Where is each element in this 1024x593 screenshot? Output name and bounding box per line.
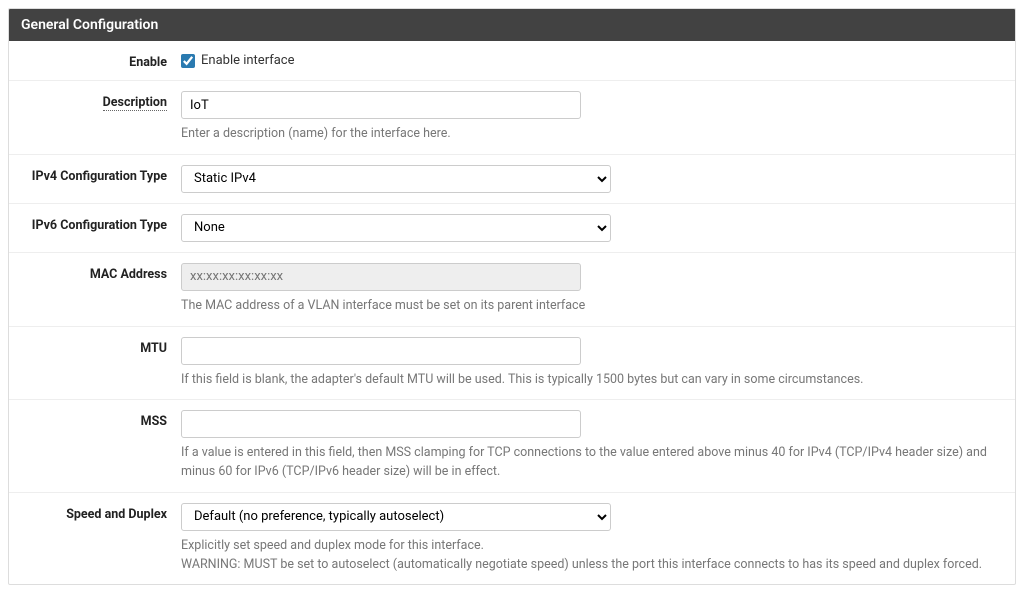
label-description: Description	[9, 91, 181, 144]
ipv6type-select[interactable]: None	[181, 214, 611, 242]
label-mtu: MTU	[9, 337, 181, 390]
mtu-input[interactable]	[181, 337, 581, 365]
label-mac: MAC Address	[9, 263, 181, 316]
label-enable: Enable	[9, 51, 181, 70]
speed-help1: Explicitly set speed and duplex mode for…	[181, 537, 1001, 556]
label-ipv6type: IPv6 Configuration Type	[9, 214, 181, 242]
ipv4type-select[interactable]: Static IPv4	[181, 165, 611, 193]
row-mss: MSS If a value is entered in this field,…	[9, 400, 1015, 493]
label-speed: Speed and Duplex	[9, 503, 181, 575]
mtu-help: If this field is blank, the adapter's de…	[181, 371, 1001, 390]
panel-title: General Configuration	[9, 9, 1015, 41]
mac-help: The MAC address of a VLAN interface must…	[181, 297, 1001, 316]
enable-checkbox-label: Enable interface	[201, 53, 295, 68]
mac-input	[181, 263, 581, 291]
row-speed: Speed and Duplex Default (no preference,…	[9, 493, 1015, 585]
general-config-panel: General Configuration Enable Enable inte…	[8, 8, 1016, 585]
enable-checkbox-wrap[interactable]: Enable interface	[181, 51, 1003, 68]
row-ipv6type: IPv6 Configuration Type None	[9, 204, 1015, 253]
speed-select[interactable]: Default (no preference, typically autose…	[181, 503, 611, 531]
row-mac: MAC Address The MAC address of a VLAN in…	[9, 253, 1015, 327]
enable-checkbox[interactable]	[181, 54, 195, 68]
description-help: Enter a description (name) for the inter…	[181, 125, 1001, 144]
label-ipv4type: IPv4 Configuration Type	[9, 165, 181, 193]
description-input[interactable]	[181, 91, 581, 119]
row-mtu: MTU If this field is blank, the adapter'…	[9, 327, 1015, 401]
row-ipv4type: IPv4 Configuration Type Static IPv4	[9, 155, 1015, 204]
row-enable: Enable Enable interface	[9, 41, 1015, 81]
mss-help: If a value is entered in this field, the…	[181, 444, 1001, 482]
mss-input[interactable]	[181, 410, 581, 438]
label-mss: MSS	[9, 410, 181, 482]
speed-help2: WARNING: MUST be set to autoselect (auto…	[181, 556, 1001, 575]
row-description: Description Enter a description (name) f…	[9, 81, 1015, 155]
